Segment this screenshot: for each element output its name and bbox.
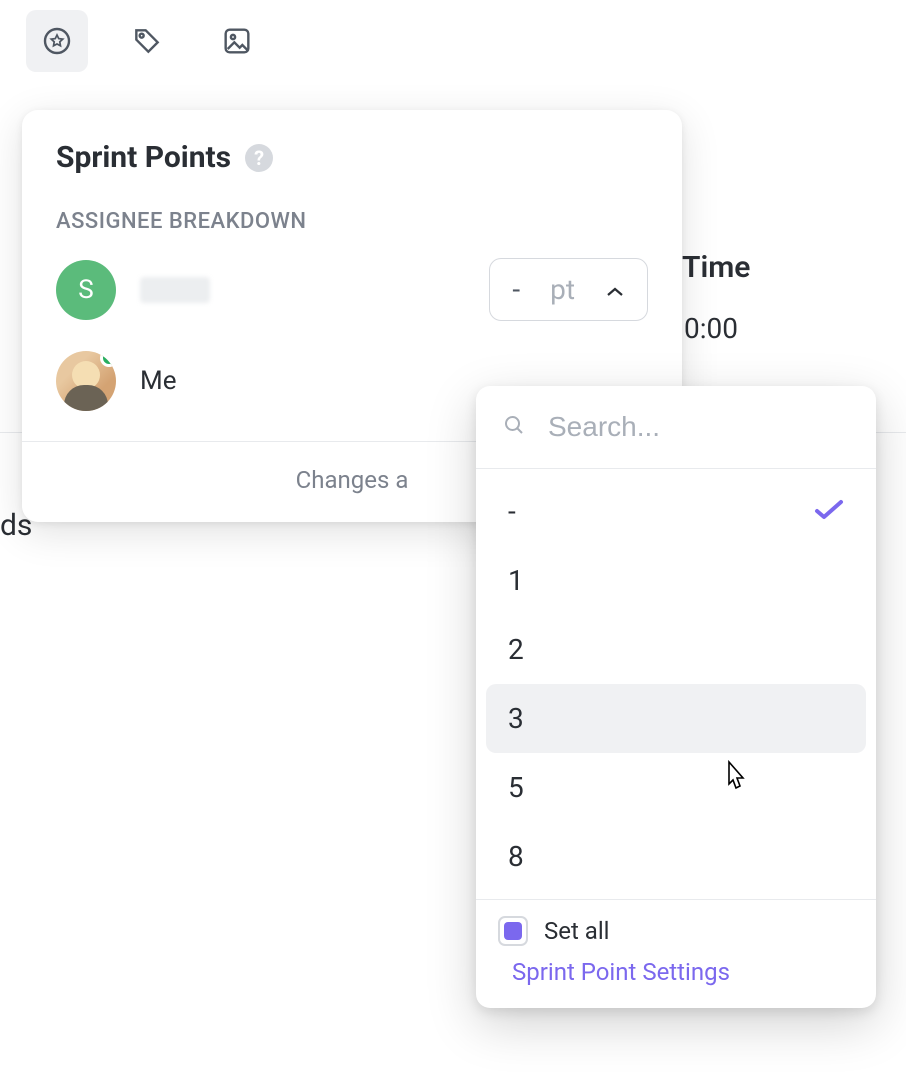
avatar[interactable]: S [56, 260, 116, 320]
points-selector[interactable]: - pt [489, 258, 648, 321]
points-dropdown: - 1 2 3 5 8 Set all Sprint Point Setting… [476, 386, 876, 1008]
option-label: 3 [508, 702, 524, 735]
assignee-name: Me [140, 366, 177, 396]
toolbar-icon-row [26, 10, 268, 72]
set-all-label: Set all [544, 917, 610, 945]
option-8[interactable]: 8 [486, 822, 866, 891]
search-input[interactable] [546, 410, 850, 444]
points-value: - [512, 273, 520, 306]
set-all-row[interactable]: Set all [498, 916, 854, 946]
assignee-breakdown-label: ASSIGNEE BREAKDOWN [56, 209, 648, 234]
card-title: Sprint Points [56, 140, 231, 175]
chevron-up-icon [605, 273, 625, 306]
option-3[interactable]: 3 [486, 684, 866, 753]
time-value: 0:00 [684, 312, 738, 345]
assignee-row: S - pt [56, 258, 648, 321]
checkbox[interactable] [498, 916, 528, 946]
check-icon [814, 495, 844, 528]
assignee-name-redacted [140, 277, 210, 303]
dropdown-search-row [476, 386, 876, 469]
tag-icon[interactable] [116, 10, 178, 72]
option-none[interactable]: - [486, 477, 866, 546]
dropdown-list: - 1 2 3 5 8 [476, 469, 876, 899]
star-badge-icon[interactable] [26, 10, 88, 72]
avatar[interactable] [56, 351, 116, 411]
avatar-initial: S [78, 275, 93, 305]
option-label: 8 [508, 840, 524, 873]
help-icon[interactable]: ? [245, 144, 273, 172]
option-2[interactable]: 2 [486, 615, 866, 684]
option-5[interactable]: 5 [486, 753, 866, 822]
checkbox-filled-icon [504, 922, 522, 940]
presence-indicator [100, 351, 116, 367]
option-1[interactable]: 1 [486, 546, 866, 615]
image-icon[interactable] [206, 10, 268, 72]
option-label: 1 [508, 564, 524, 597]
search-icon [502, 413, 526, 441]
option-label: 5 [508, 771, 524, 804]
option-label: 2 [508, 633, 524, 666]
dropdown-footer: Set all Sprint Point Settings [476, 899, 876, 1008]
sprint-point-settings-link[interactable]: Sprint Point Settings [512, 958, 854, 986]
option-label: - [508, 495, 516, 528]
points-unit: pt [550, 273, 575, 306]
time-label: Time [682, 250, 750, 285]
